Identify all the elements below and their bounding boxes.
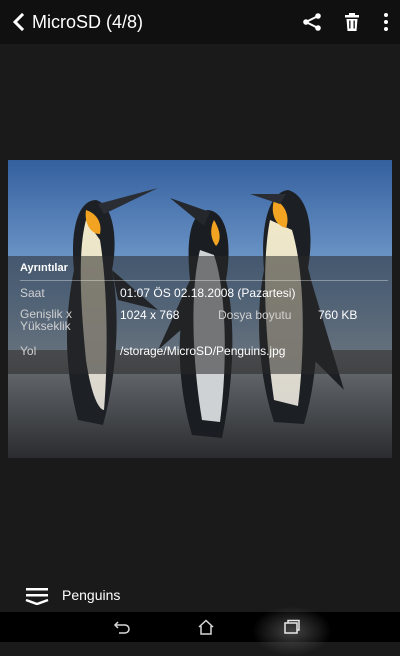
dimensions-label-line2: Yükseklik: [20, 319, 71, 333]
back-button[interactable]: [4, 0, 32, 44]
nav-back-icon: [113, 621, 130, 634]
nav-home-button[interactable]: [176, 612, 236, 642]
dimensions-value: 1024 x 768: [120, 308, 180, 322]
time-value: 01:07 ÖS 02.18.2008 (Pazartesi): [120, 286, 296, 300]
nav-recents-button[interactable]: [262, 612, 322, 642]
share-icon: [303, 13, 321, 31]
more-vertical-icon: [384, 13, 388, 31]
share-button[interactable]: [292, 0, 332, 44]
photo-caption-bar[interactable]: Penguins: [0, 578, 400, 612]
nav-home-icon: [198, 619, 214, 635]
top-app-bar: MicroSD (4/8): [0, 0, 400, 44]
details-panel: Ayrıntılar Saat 01:07 ÖS 02.18.2008 (Paz…: [8, 256, 392, 374]
page-title: MicroSD (4/8): [32, 11, 144, 32]
time-label: Saat: [20, 286, 45, 300]
dimensions-label: Genişlik x Yükseklik: [20, 308, 72, 332]
file-size-label: Dosya boyutu: [218, 308, 292, 322]
chevron-left-icon: [12, 13, 25, 31]
file-size-value: 760 KB: [318, 308, 358, 322]
details-heading: Ayrıntılar: [20, 262, 68, 274]
system-navigation-bar: [0, 612, 400, 642]
photo-name: Penguins: [62, 587, 121, 603]
details-divider: [20, 280, 388, 281]
delete-button[interactable]: [332, 0, 372, 44]
path-label: Yol: [20, 344, 37, 358]
nav-recents-icon: [284, 619, 300, 634]
nav-back-button[interactable]: [92, 612, 152, 642]
menu-lines-icon: [25, 588, 49, 605]
trash-icon: [345, 13, 359, 31]
path-value: /storage/MicroSD/Penguins.jpg: [120, 344, 286, 358]
more-options-button[interactable]: [372, 0, 400, 44]
